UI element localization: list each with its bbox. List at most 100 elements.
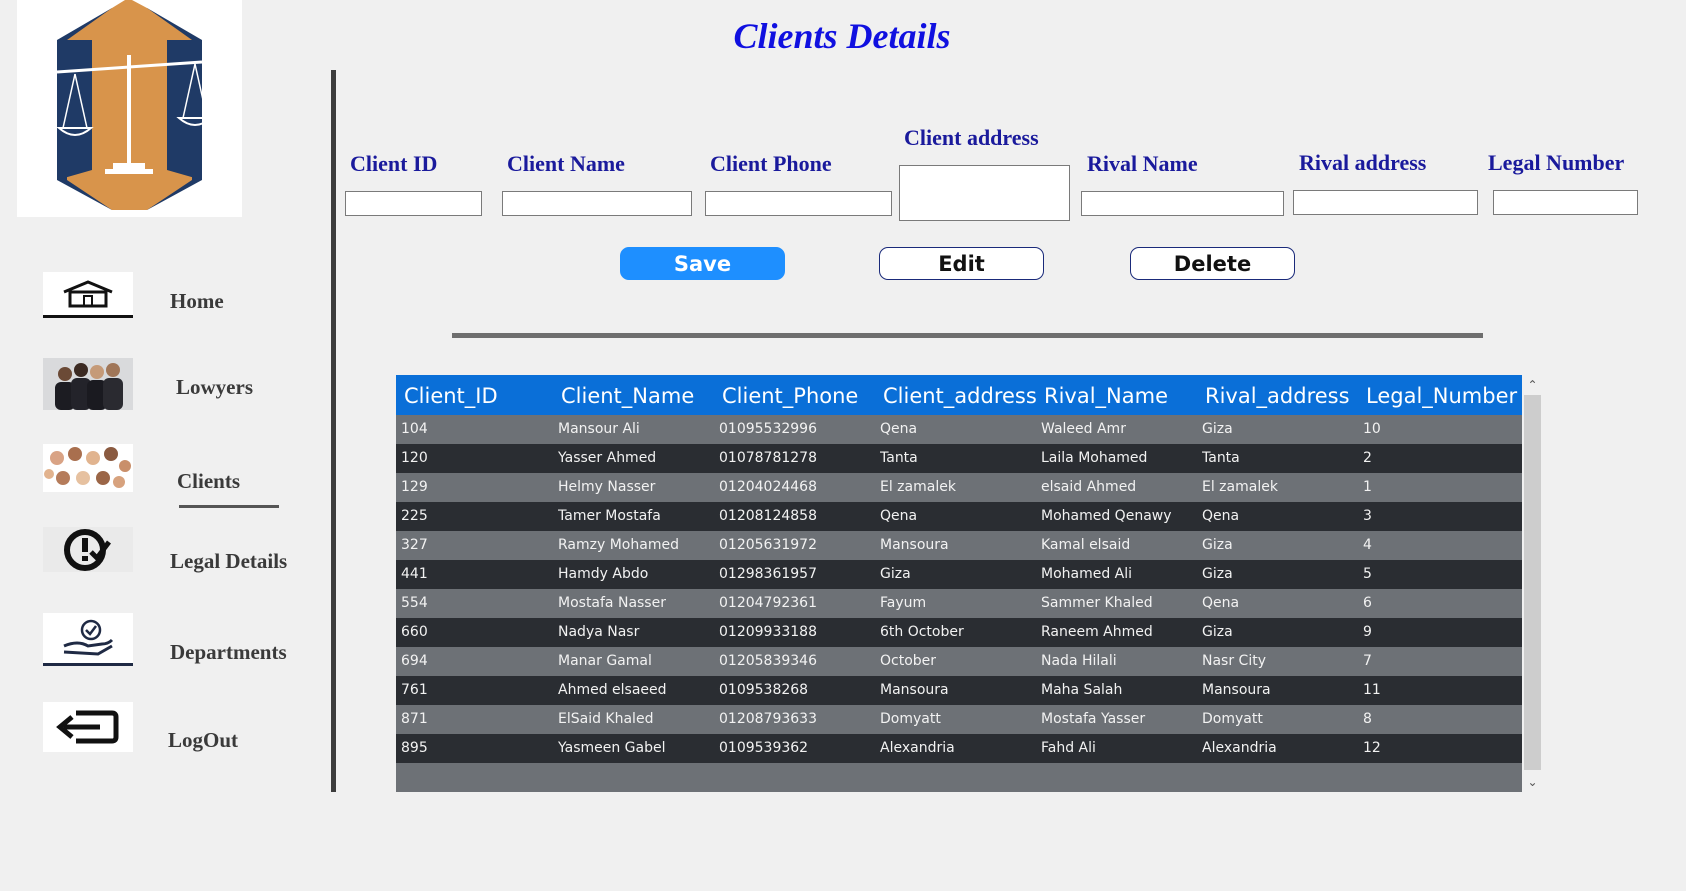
- grid-cell[interactable]: 6th October: [880, 618, 1037, 647]
- grid-cell[interactable]: Domyatt: [1202, 705, 1359, 734]
- grid-cell[interactable]: 694: [401, 647, 554, 676]
- client-name-input[interactable]: [502, 191, 692, 216]
- grid-cell[interactable]: Fahd Ali: [1041, 734, 1198, 763]
- sidebar-item-home[interactable]: Home: [170, 289, 224, 314]
- grid-cell[interactable]: 225: [401, 502, 554, 531]
- grid-cell[interactable]: Maha Salah: [1041, 676, 1198, 705]
- grid-cell[interactable]: Fayum: [880, 589, 1037, 618]
- client-id-input[interactable]: [345, 191, 482, 216]
- sidebar-item-legal-details[interactable]: Legal Details: [170, 549, 287, 574]
- grid-column-header[interactable]: Client_Phone: [722, 375, 881, 415]
- grid-cell[interactable]: 01208793633: [719, 705, 876, 734]
- grid-column-header[interactable]: Legal_Number: [1366, 375, 1518, 415]
- grid-row[interactable]: 120 Yasser Ahmed 01078781278 Tanta Laila Moh…: [396, 444, 1522, 473]
- legal-number-input[interactable]: [1493, 190, 1638, 215]
- grid-column-header[interactable]: Client_address: [883, 375, 1042, 415]
- grid-cell[interactable]: Mansoura: [880, 676, 1037, 705]
- grid-cell[interactable]: 761: [401, 676, 554, 705]
- sidebar-item-clients[interactable]: Clients: [177, 469, 240, 494]
- grid-cell[interactable]: 10: [1363, 415, 1513, 444]
- grid-cell[interactable]: Yasser Ahmed: [558, 444, 715, 473]
- save-button[interactable]: Save: [620, 247, 785, 280]
- grid-row[interactable]: 104 Mansour Ali 01095532996 Qena Waleed Amr G…: [396, 415, 1522, 444]
- grid-cell[interactable]: Mohamed Ali: [1041, 560, 1198, 589]
- grid-cell[interactable]: 7: [1363, 647, 1513, 676]
- grid-cell[interactable]: Ramzy Mohamed: [558, 531, 715, 560]
- grid-cell[interactable]: Raneem Ahmed: [1041, 618, 1198, 647]
- grid-row[interactable]: 554 Mostafa Nasser 01204792361 Fayum Sammer …: [396, 589, 1522, 618]
- rival-name-input[interactable]: [1081, 191, 1284, 216]
- grid-cell[interactable]: El zamalek: [1202, 473, 1359, 502]
- grid-cell[interactable]: Manar Gamal: [558, 647, 715, 676]
- grid-cell[interactable]: Tanta: [1202, 444, 1359, 473]
- edit-button[interactable]: Edit: [879, 247, 1044, 280]
- departments-hand-icon[interactable]: [43, 613, 133, 666]
- grid-cell[interactable]: 104: [401, 415, 554, 444]
- grid-cell[interactable]: Laila Mohamed: [1041, 444, 1198, 473]
- grid-cell[interactable]: Ahmed elsaeed: [558, 676, 715, 705]
- grid-cell[interactable]: Tamer Mostafa: [558, 502, 715, 531]
- grid-cell[interactable]: Yasmeen Gabel: [558, 734, 715, 763]
- grid-column-header[interactable]: Rival_Name: [1044, 375, 1203, 415]
- grid-cell[interactable]: Nasr City: [1202, 647, 1359, 676]
- grid-cell[interactable]: El zamalek: [880, 473, 1037, 502]
- legal-check-icon[interactable]: [43, 527, 133, 572]
- grid-row[interactable]: 895 Yasmeen Gabel 0109539362 Alexandria Fahd…: [396, 734, 1522, 763]
- sidebar-item-logout[interactable]: LogOut: [168, 728, 238, 753]
- grid-cell[interactable]: 01205839346: [719, 647, 876, 676]
- grid-cell[interactable]: Nada Hilali: [1041, 647, 1198, 676]
- clients-data-grid[interactable]: Client_ID Client_Name Client_Phone Client_a…: [396, 375, 1522, 792]
- sidebar-item-departments[interactable]: Departments: [170, 640, 287, 665]
- grid-cell[interactable]: Kamal elsaid: [1041, 531, 1198, 560]
- grid-cell[interactable]: 01204024468: [719, 473, 876, 502]
- grid-cell[interactable]: Qena: [1202, 589, 1359, 618]
- grid-cell[interactable]: 01205631972: [719, 531, 876, 560]
- grid-cell[interactable]: Mansoura: [880, 531, 1037, 560]
- grid-cell[interactable]: Hamdy Abdo: [558, 560, 715, 589]
- grid-cell[interactable]: Qena: [880, 415, 1037, 444]
- lawyers-photo-icon[interactable]: [43, 358, 133, 410]
- grid-cell[interactable]: Nadya Nasr: [558, 618, 715, 647]
- home-icon[interactable]: [43, 272, 133, 318]
- grid-cell[interactable]: 120: [401, 444, 554, 473]
- grid-row[interactable]: 761 Ahmed elsaeed 0109538268 Mansoura Maha S…: [396, 676, 1522, 705]
- grid-cell[interactable]: 8: [1363, 705, 1513, 734]
- grid-cell[interactable]: 660: [401, 618, 554, 647]
- grid-cell[interactable]: Mohamed Qenawy: [1041, 502, 1198, 531]
- delete-button[interactable]: Delete: [1130, 247, 1295, 280]
- grid-cell[interactable]: 01209933188: [719, 618, 876, 647]
- sidebar-item-lowyers[interactable]: Lowyers: [176, 375, 253, 400]
- grid-cell[interactable]: elsaid Ahmed: [1041, 473, 1198, 502]
- grid-cell[interactable]: 3: [1363, 502, 1513, 531]
- grid-cell[interactable]: 4: [1363, 531, 1513, 560]
- grid-cell[interactable]: Alexandria: [1202, 734, 1359, 763]
- grid-cell[interactable]: 327: [401, 531, 554, 560]
- grid-cell[interactable]: 0109538268: [719, 676, 876, 705]
- grid-cell[interactable]: ElSaid Khaled: [558, 705, 715, 734]
- grid-row[interactable]: 441 Hamdy Abdo 01298361957 Giza Mohamed Ali G…: [396, 560, 1522, 589]
- grid-cell[interactable]: 01078781278: [719, 444, 876, 473]
- grid-cell[interactable]: Qena: [1202, 502, 1359, 531]
- client-phone-input[interactable]: [705, 191, 892, 216]
- logout-icon[interactable]: [43, 702, 133, 752]
- grid-cell[interactable]: 1: [1363, 473, 1513, 502]
- grid-cell[interactable]: Alexandria: [880, 734, 1037, 763]
- grid-cell[interactable]: 871: [401, 705, 554, 734]
- grid-cell[interactable]: Mostafa Nasser: [558, 589, 715, 618]
- grid-cell[interactable]: Tanta: [880, 444, 1037, 473]
- grid-cell[interactable]: 0109539362: [719, 734, 876, 763]
- grid-cell[interactable]: 129: [401, 473, 554, 502]
- grid-cell[interactable]: Helmy Nasser: [558, 473, 715, 502]
- grid-column-header[interactable]: Client_Name: [561, 375, 720, 415]
- scroll-down-icon[interactable]: ⌄: [1522, 772, 1543, 792]
- grid-cell[interactable]: Qena: [880, 502, 1037, 531]
- grid-cell[interactable]: 9: [1363, 618, 1513, 647]
- grid-cell[interactable]: Mansour Ali: [558, 415, 715, 444]
- grid-column-header[interactable]: Client_ID: [404, 375, 559, 415]
- grid-cell[interactable]: Domyatt: [880, 705, 1037, 734]
- grid-cell[interactable]: 12: [1363, 734, 1513, 763]
- grid-row[interactable]: 225 Tamer Mostafa 01208124858 Qena Mohamed Q…: [396, 502, 1522, 531]
- grid-cell[interactable]: Mostafa Yasser: [1041, 705, 1198, 734]
- grid-cell[interactable]: Giza: [1202, 560, 1359, 589]
- grid-cell[interactable]: Sammer Khaled: [1041, 589, 1198, 618]
